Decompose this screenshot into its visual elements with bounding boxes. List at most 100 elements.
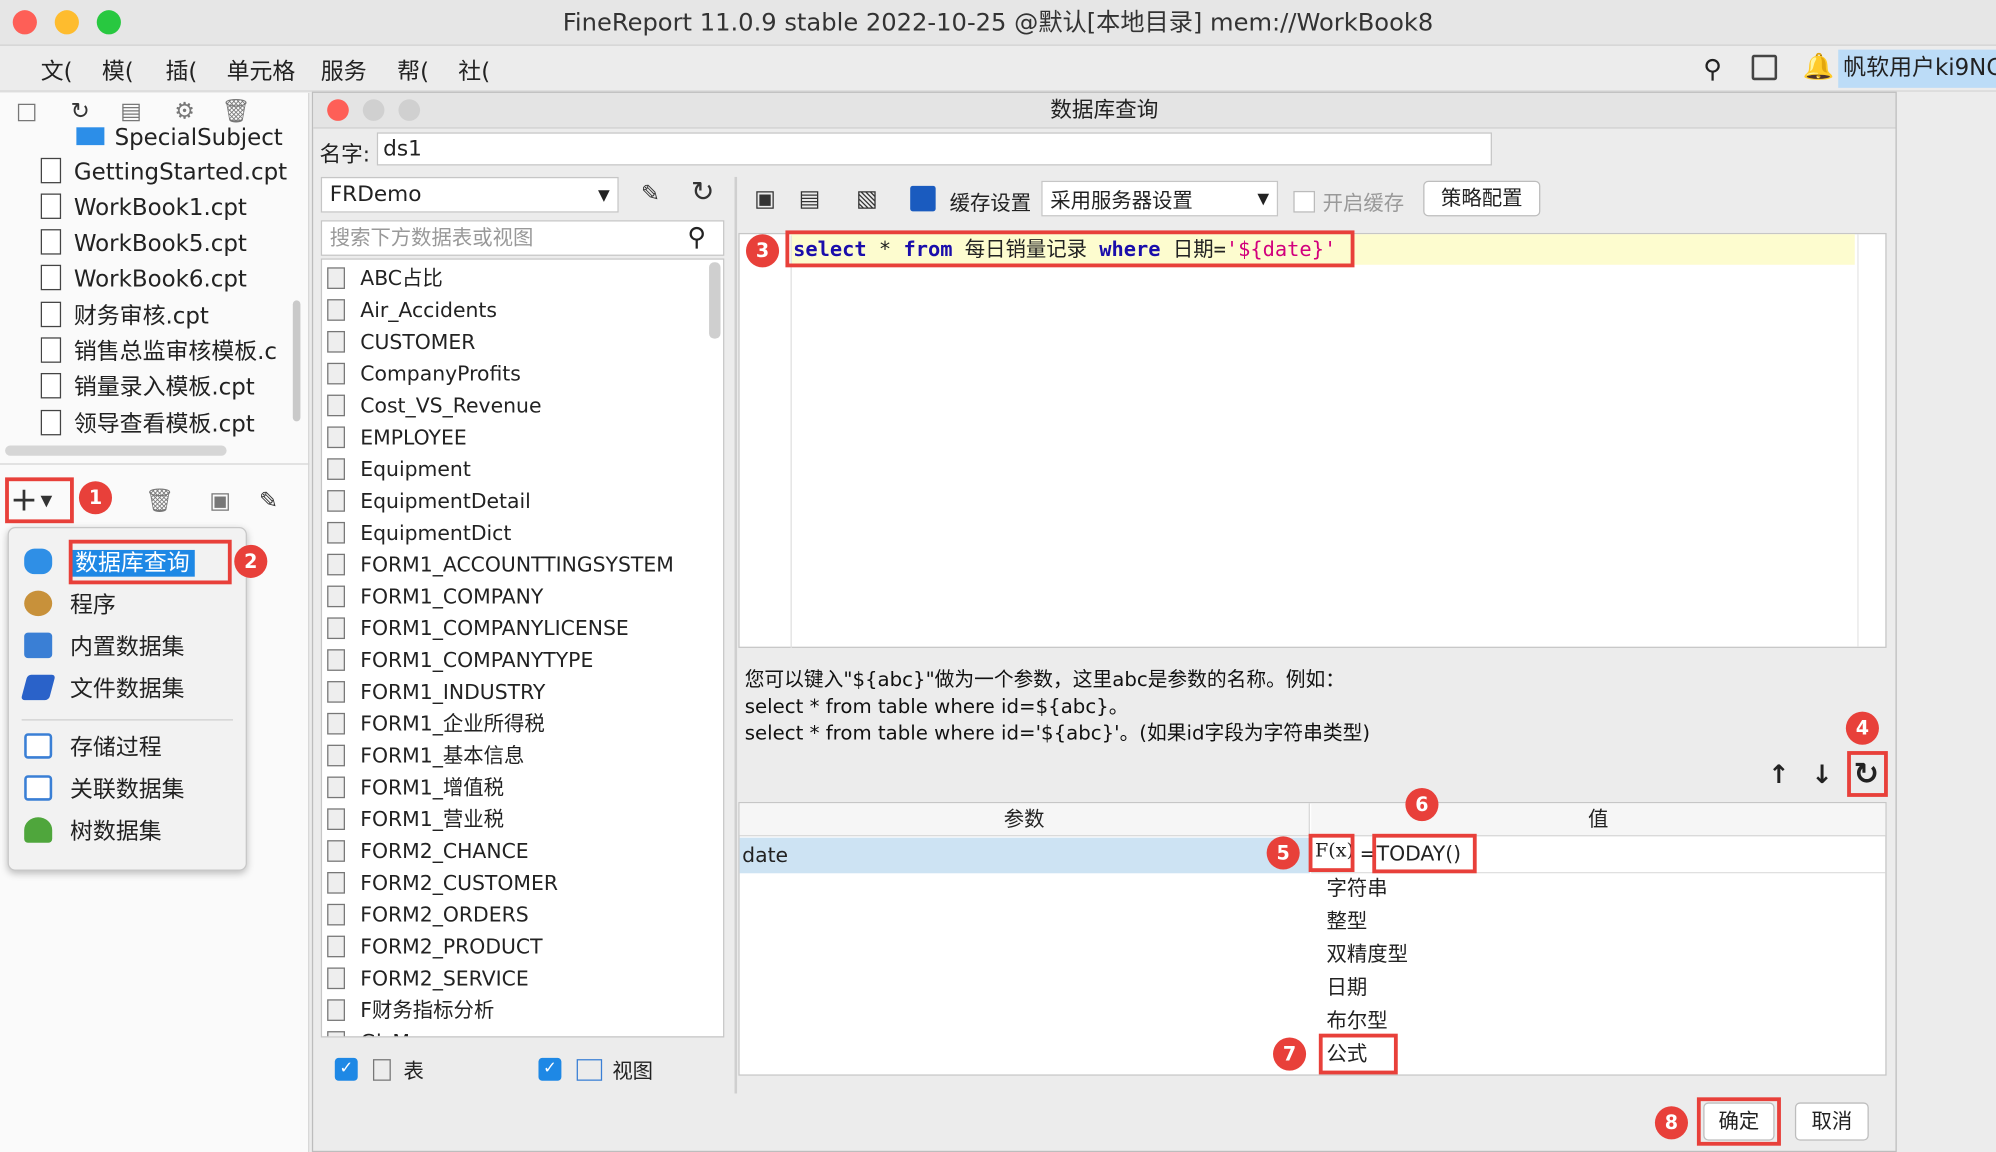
- table-list-item[interactable]: FORM2_ORDERS: [327, 899, 529, 931]
- table-list-item[interactable]: ABC占比: [327, 262, 443, 294]
- file-item[interactable]: 销售总监审核模板.c: [40, 336, 308, 369]
- file-item[interactable]: WorkBook1.cpt: [40, 192, 247, 225]
- database-icon: [24, 548, 53, 575]
- table-name: FORM1_企业所得税: [360, 711, 545, 736]
- menu-item-program[interactable]: 程序: [24, 588, 116, 624]
- dialog-maximize-button[interactable]: [398, 99, 421, 121]
- table-list-item[interactable]: FORM2_CHANCE: [327, 835, 529, 867]
- table-list-item[interactable]: FORM1_基本信息: [327, 740, 524, 772]
- file-item[interactable]: WorkBook6.cpt: [40, 264, 247, 297]
- table-list-item[interactable]: EquipmentDetail: [327, 485, 531, 517]
- table-list-item[interactable]: FORM2_CUSTOMER: [327, 867, 558, 899]
- table-list-item[interactable]: FORM1_COMPANY: [327, 580, 543, 612]
- sql-scrollbar[interactable]: [1857, 234, 1885, 647]
- type-option-integer[interactable]: 整型: [1326, 905, 1367, 938]
- file-item[interactable]: 销量录入模板.cpt: [40, 372, 255, 405]
- menu-insert[interactable]: 插(: [165, 53, 197, 86]
- menu-template[interactable]: 模(: [102, 53, 134, 86]
- table-list-item[interactable]: FORM1_ACCOUNTTINGSYSTEM: [327, 549, 674, 581]
- menu-item-file-dataset[interactable]: 文件数据集: [20, 672, 185, 708]
- menu-server[interactable]: 服务: [321, 53, 367, 86]
- refresh-connection-icon[interactable]: ↻: [689, 179, 717, 207]
- edit-connection-icon[interactable]: ✎: [637, 181, 665, 209]
- file-label: WorkBook5.cpt: [73, 230, 247, 258]
- file-icon: [40, 264, 62, 291]
- move-up-icon[interactable]: ↑: [1768, 759, 1789, 790]
- table-list-item[interactable]: FORM1_COMPANYLICENSE: [327, 612, 629, 644]
- window-title: FineReport 11.0.9 stable 2022-10-25 @默认[…: [562, 8, 1434, 37]
- connection-select[interactable]: FRDemo ▼: [320, 176, 619, 213]
- menu-help[interactable]: 帮(: [397, 53, 429, 86]
- file-item[interactable]: 领导查看模板.cpt: [40, 409, 255, 442]
- menu-community[interactable]: 社(: [458, 53, 490, 86]
- menu-file[interactable]: 文(: [41, 53, 73, 86]
- table-list-item[interactable]: Equipment: [327, 453, 471, 485]
- user-name[interactable]: 帆软用户ki9NC: [1838, 49, 1996, 88]
- table-list-item[interactable]: EquipmentDict: [327, 517, 511, 549]
- folder-item[interactable]: SpecialSubject: [76, 122, 283, 155]
- bell-icon[interactable]: 🔔: [1803, 51, 1835, 82]
- strategy-config-button[interactable]: 策略配置: [1423, 180, 1541, 217]
- edit-doc-icon[interactable]: [1751, 54, 1778, 81]
- search-icon[interactable]: ⚲: [1703, 53, 1722, 84]
- delete-dataset-icon[interactable]: 🗑: [145, 488, 174, 516]
- sql-icon[interactable]: ▤: [796, 186, 824, 214]
- menu-item-tree[interactable]: 树数据集: [24, 815, 162, 851]
- table-list-item[interactable]: EMPLOYEE: [327, 421, 467, 453]
- table-list-item[interactable]: FORM1_营业税: [327, 803, 504, 835]
- preview-sql-icon[interactable]: ▣: [751, 186, 779, 214]
- table-list-item[interactable]: FORM2_PRODUCT: [327, 931, 543, 963]
- sql-template-icon[interactable]: ▧: [853, 186, 881, 214]
- preview-icon[interactable]: ▣: [206, 488, 234, 516]
- file-item[interactable]: 财务审核.cpt: [40, 300, 209, 333]
- table-list-item[interactable]: FORM1_INDUSTRY: [327, 676, 545, 708]
- chevron-down-icon: ▼: [598, 185, 610, 204]
- menu-item-label: 程序: [70, 591, 116, 619]
- table-list-item[interactable]: CUSTOMER: [327, 326, 475, 358]
- table-icon: [327, 712, 345, 735]
- table-list-scrollbar[interactable]: [709, 262, 721, 339]
- tree-scrollbar[interactable]: [292, 300, 301, 422]
- file-item[interactable]: GettingStarted.cpt: [40, 157, 287, 190]
- enable-cache-checkbox[interactable]: 开启缓存: [1293, 186, 1404, 217]
- table-list-item[interactable]: FORM1_增值税: [327, 771, 504, 803]
- cancel-button[interactable]: 取消: [1794, 1102, 1869, 1141]
- type-option-boolean[interactable]: 布尔型: [1326, 1004, 1387, 1037]
- menu-item-stored-procedure[interactable]: 存储过程: [24, 731, 162, 767]
- split-divider[interactable]: [734, 176, 738, 1094]
- table-list-item[interactable]: F财务指标分析: [327, 994, 494, 1026]
- move-down-icon[interactable]: ↓: [1811, 759, 1832, 790]
- dialog-minimize-button[interactable]: [362, 99, 385, 121]
- checkbox-label: 开启缓存: [1322, 190, 1405, 216]
- dataset-name-input[interactable]: ds1: [376, 132, 1492, 166]
- view-icon: [576, 1058, 603, 1081]
- menu-item-relational[interactable]: 关联数据集: [24, 773, 185, 809]
- dialog-title: 数据库查询: [313, 92, 1896, 129]
- table-list-item[interactable]: CompanyProfits: [327, 358, 521, 390]
- dialog-close-button[interactable]: [327, 99, 349, 121]
- file-label: 财务审核.cpt: [73, 302, 209, 330]
- table-list-item[interactable]: Air_Accidents: [327, 294, 497, 326]
- table-list-item[interactable]: GisMap: [327, 1026, 435, 1037]
- table-list-item[interactable]: FORM2_SERVICE: [327, 962, 529, 994]
- cache-mode-select[interactable]: 采用服务器设置 ▼: [1041, 180, 1279, 217]
- table-list-item[interactable]: FORM1_企业所得税: [327, 708, 545, 740]
- type-option-string[interactable]: 字符串: [1326, 872, 1387, 905]
- search-icon[interactable]: ⚲: [687, 222, 706, 253]
- type-option-double[interactable]: 双精度型: [1326, 938, 1407, 971]
- table-icon: [327, 521, 345, 544]
- sql-editor[interactable]: select * from 每日销量记录 where 日期='${date}': [738, 232, 1887, 648]
- table-search-input[interactable]: 搜索下方数据表或视图: [320, 220, 725, 256]
- param-name-cell[interactable]: date: [739, 837, 1310, 874]
- new-folder-icon[interactable]: □: [13, 98, 41, 126]
- show-tables-checkbox[interactable]: ✓ 表: [334, 1054, 424, 1085]
- table-list-item[interactable]: Cost_VS_Revenue: [327, 390, 541, 422]
- file-item[interactable]: WorkBook5.cpt: [40, 228, 247, 261]
- menu-item-builtin[interactable]: 内置数据集: [24, 630, 185, 666]
- tree-hscrollbar[interactable]: [5, 445, 227, 456]
- edit-dataset-icon[interactable]: ✎: [255, 488, 283, 516]
- menu-cell[interactable]: 单元格: [227, 53, 296, 86]
- table-list-item[interactable]: FORM1_COMPANYTYPE: [327, 644, 593, 676]
- type-option-date[interactable]: 日期: [1326, 971, 1367, 1004]
- show-views-checkbox[interactable]: ✓ 视图: [538, 1054, 653, 1085]
